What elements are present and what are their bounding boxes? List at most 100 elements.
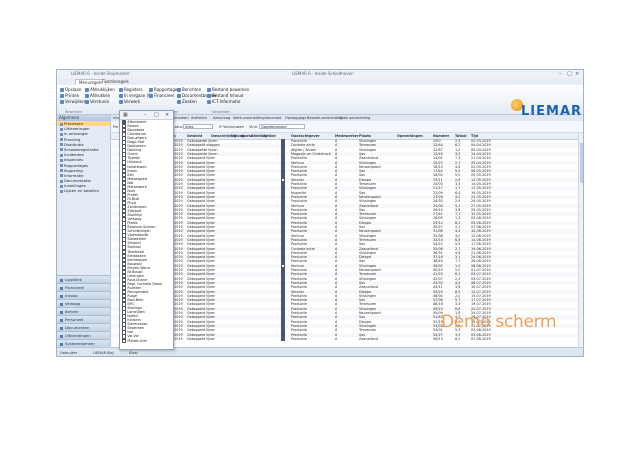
nav-button-4[interactable]: Beheer — [57, 307, 110, 315]
nav-button-2[interactable]: Inkoop — [57, 291, 110, 299]
print-out-button[interactable]: Afdrukken — [85, 93, 110, 98]
delete-icon — [60, 100, 64, 104]
popup-minimize-icon[interactable]: – — [144, 111, 147, 119]
folder-icon — [60, 164, 63, 167]
send-button[interactable]: Versturen — [85, 99, 109, 104]
finance-icon — [60, 286, 63, 290]
cell-mw: A — [335, 336, 338, 341]
print-button[interactable]: Printen — [60, 93, 79, 98]
find-input[interactable]: Goedkeurbare — [259, 124, 305, 129]
send-icon — [85, 100, 89, 104]
checkbox-icon — [122, 338, 127, 343]
title-bar: LIEMAR 6 - Inside Shipmaster LIEMAR 6 - … — [57, 70, 583, 78]
settings-icon — [60, 310, 63, 314]
folder-icon — [60, 153, 63, 157]
window-title: LIEMAR 6 - Inside Schiedhaven — [292, 71, 354, 76]
nav-list: Processen Uitleveringen In ontvangst Planni… — [57, 121, 110, 194]
finance-icon — [149, 94, 153, 98]
nav-button-6[interactable]: Documenten — [57, 323, 110, 331]
nav-button-label: Inkoop — [65, 293, 78, 298]
minimize-icon[interactable]: – — [559, 70, 562, 78]
nav-button-label: Financieel — [65, 285, 84, 290]
checkbox-icon — [281, 336, 286, 342]
registers-button[interactable]: Registers — [119, 87, 143, 92]
nav-item-13[interactable]: Lijsten en tabellen — [57, 188, 110, 193]
popup-item-label: Platten.Kim — [127, 338, 147, 343]
maximize-icon[interactable]: □ — [567, 70, 572, 78]
refresh-button[interactable]: ⟳ Vernieuwen — [219, 125, 244, 129]
extensions-icon — [60, 334, 63, 338]
nav-button-5[interactable]: Personeel — [57, 315, 110, 323]
messages-button[interactable]: Berichten — [177, 87, 201, 92]
nav-button-0[interactable]: Logistiek — [57, 275, 110, 283]
nav-button-label: Personeel — [65, 317, 84, 322]
nav-button-label: Systeembeheer — [65, 341, 95, 346]
folder-icon — [60, 148, 63, 152]
row-checkbox[interactable] — [281, 336, 286, 342]
nav-button-label: Verkoop — [65, 301, 81, 306]
filter-bar: Periode Vandaag Status Alles ⟳ Vernieuwe… — [111, 121, 583, 133]
nav-button-label: Documenten — [65, 325, 90, 330]
folder-icon — [60, 189, 63, 193]
ict-info-button[interactable]: ICT Informatie — [207, 99, 240, 104]
popup-close-icon[interactable]: × — [165, 111, 169, 119]
vertical-scrollbar[interactable] — [578, 133, 583, 347]
nav-button-label: Beheer — [65, 309, 79, 314]
info-icon — [207, 100, 211, 104]
status-db: LIEMAR Blaj — [93, 351, 114, 355]
ribbon-tabs: Menuregels Functieregels — [57, 78, 583, 86]
document-icon — [60, 326, 63, 330]
table-row[interactable]: Montagehulpstuk06-02-2019Gekoppeld lijne… — [111, 336, 579, 342]
purchase-icon — [60, 294, 63, 298]
inbox-button[interactable]: In vergaan (0) — [119, 93, 152, 98]
close-icon[interactable]: × — [575, 70, 579, 78]
ribbon-group-3: Verwerken — [212, 110, 231, 114]
scroll-thumb[interactable] — [580, 143, 583, 183]
status-select[interactable]: Alles — [183, 124, 213, 129]
save-button[interactable]: Opslaan — [60, 87, 81, 92]
preview-button[interactable]: Afdrukkijken — [85, 87, 115, 92]
popup-item-54[interactable]: Platten.Kim — [120, 338, 173, 343]
nav-button-label: Uitbreidingen — [65, 333, 91, 338]
nav-item-label: Lijsten en tabellen — [64, 188, 100, 194]
popup-list: Afkantwerk Balans Bouwbare Calcdocum Dak-afw… — [120, 120, 173, 343]
nav-button-8[interactable]: Systeembeheer — [57, 339, 110, 347]
status-state: Klaar — [129, 351, 138, 355]
folder-icon — [60, 179, 63, 183]
nav-button-label: Logistiek — [65, 277, 82, 282]
filter-popup: ▦ – □ × Afkantwerk Balans Bouwbare Calcdocu… — [119, 110, 174, 350]
popup-header: ▦ – □ × — [120, 111, 173, 120]
report-button[interactable]: Rapportage — [149, 87, 177, 92]
cell-datum2: 07-08-2019 — [471, 336, 491, 341]
folder-icon — [60, 174, 63, 178]
process-button[interactable]: Verwerk — [119, 99, 140, 104]
find-label: Vind — [249, 125, 257, 129]
folder-icon — [60, 132, 63, 136]
folder-icon — [60, 122, 63, 126]
sales-icon — [60, 302, 63, 306]
folder-icon — [60, 169, 63, 173]
staff-icon — [60, 318, 63, 322]
nav-button-7[interactable]: Uitbreidingen — [57, 331, 110, 339]
process-icon — [119, 100, 123, 104]
demo-watermark: Demo scherm — [441, 312, 557, 332]
nav-button-1[interactable]: Financieel — [57, 283, 110, 291]
logistics-icon — [60, 278, 63, 282]
print-icon — [85, 94, 89, 98]
file-content-button[interactable]: Bestand Inhoud — [207, 93, 243, 98]
status-user: Gebruiker — [60, 351, 78, 355]
search-button[interactable]: Zoeken — [177, 99, 197, 104]
finance-button[interactable]: Financieel — [149, 93, 174, 98]
system-icon — [60, 342, 63, 346]
cell-artikel: Productie — [291, 336, 307, 341]
search-icon — [177, 100, 181, 104]
document-icon — [177, 94, 181, 98]
folder-icon — [60, 143, 63, 147]
popup-maximize-icon[interactable]: □ — [154, 111, 159, 119]
content-icon — [207, 94, 211, 98]
inbox-icon — [119, 94, 123, 98]
folder-icon — [60, 158, 63, 162]
message-icon — [177, 88, 181, 92]
edit-file-button[interactable]: Bestand bewerken — [207, 87, 249, 92]
nav-button-3[interactable]: Verkoop — [57, 299, 110, 307]
